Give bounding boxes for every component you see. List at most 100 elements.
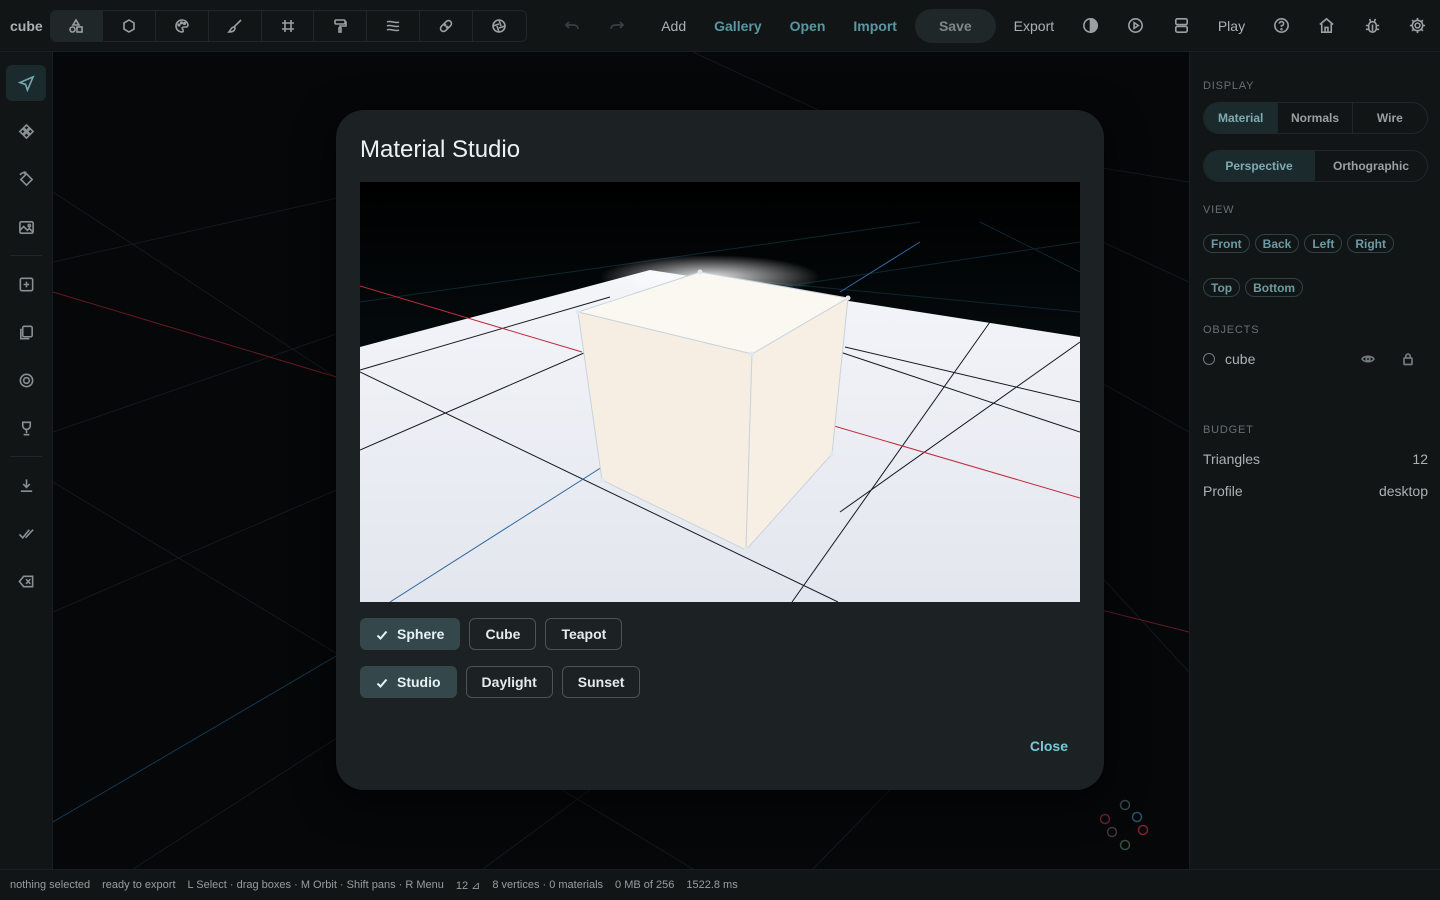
import-button[interactable]: Import <box>839 18 911 34</box>
gizmo-z-axis[interactable] <box>1131 811 1143 823</box>
gallery-button[interactable]: Gallery <box>700 18 775 34</box>
visibility-toggle[interactable] <box>1348 352 1388 366</box>
left-rail <box>0 52 53 869</box>
bandage-icon <box>439 19 453 32</box>
shape-teapot-button[interactable]: Teapot <box>545 618 623 650</box>
perspective-button[interactable]: Perspective <box>1204 151 1316 181</box>
redo-button[interactable] <box>594 10 639 42</box>
home-button[interactable] <box>1304 10 1349 42</box>
gizmo-neg-z-axis[interactable] <box>1106 826 1118 838</box>
tool-group <box>49 9 527 42</box>
layout-button[interactable] <box>1159 10 1204 42</box>
gizmo-y-axis[interactable] <box>1119 799 1131 811</box>
brush-tool[interactable] <box>209 10 262 41</box>
brush-icon <box>226 18 242 33</box>
projection-segmented: Perspective Orthographic <box>1203 150 1428 182</box>
status-state: ready to export <box>102 879 176 891</box>
shape-cube-button[interactable]: Cube <box>469 618 537 650</box>
check-icon <box>376 676 388 688</box>
export-button[interactable]: Export <box>1000 18 1068 34</box>
open-button[interactable]: Open <box>776 18 840 34</box>
rotate-tool-button[interactable] <box>6 161 46 197</box>
check-all-button[interactable] <box>6 515 46 551</box>
double-check-icon <box>18 528 34 539</box>
gizmo-neg-y-axis[interactable] <box>1119 839 1131 851</box>
circle-tool[interactable] <box>103 10 157 41</box>
paint-roller-tool[interactable] <box>314 10 368 41</box>
grid-icon <box>281 19 294 32</box>
bandage-tool[interactable] <box>420 10 473 41</box>
lighting-studio-button[interactable]: Studio <box>360 666 457 698</box>
texture-tool[interactable] <box>367 10 421 41</box>
top-toolbar: cube Add Gallery Open Import Save Export… <box>0 0 1440 52</box>
profile-value: desktop <box>1378 483 1428 499</box>
undo-icon <box>564 20 579 29</box>
close-button[interactable]: Close <box>1030 738 1068 754</box>
view-bottom-chip[interactable]: Bottom <box>1245 278 1304 297</box>
object-row-cube[interactable]: cube <box>1203 347 1428 371</box>
duplicate-button[interactable] <box>6 314 46 350</box>
aperture-tool[interactable] <box>473 11 526 41</box>
clear-button[interactable] <box>6 563 46 599</box>
settings-button[interactable] <box>1395 10 1440 42</box>
shape-sphere-button[interactable]: Sphere <box>360 618 461 650</box>
help-button[interactable] <box>1259 10 1304 42</box>
play-circle-button[interactable] <box>1113 10 1158 42</box>
download-button[interactable] <box>6 467 46 503</box>
shape-cube-label: Cube <box>485 626 521 642</box>
object-circle-icon <box>1203 353 1215 365</box>
trophy-icon <box>21 421 31 435</box>
object-name: cube <box>1225 351 1256 367</box>
eye-icon <box>1361 355 1375 363</box>
undo-button[interactable] <box>549 10 594 42</box>
shapes-icon <box>69 17 84 33</box>
lighting-daylight-label: Daylight <box>481 674 537 690</box>
gizmo-neg-x-axis[interactable] <box>1099 813 1111 825</box>
plus-square-icon <box>19 277 33 291</box>
trophy-button[interactable] <box>6 410 46 446</box>
save-button[interactable]: Save <box>914 8 996 43</box>
select-tool-button[interactable] <box>6 65 46 101</box>
contrast-button[interactable] <box>1068 10 1113 42</box>
display-normals-button[interactable]: Normals <box>1278 103 1353 133</box>
shape-sphere-label: Sphere <box>397 626 445 642</box>
view-chips-row-1: Front Back Left Right <box>1203 234 1394 253</box>
lighting-daylight-button[interactable]: Daylight <box>465 666 553 698</box>
circle-icon <box>123 18 136 33</box>
add-object-button[interactable] <box>6 266 46 302</box>
shapes-tool[interactable] <box>50 10 104 41</box>
add-button[interactable]: Add <box>647 18 700 34</box>
view-right-chip[interactable]: Right <box>1347 234 1394 253</box>
lighting-sunset-button[interactable]: Sunset <box>561 666 641 698</box>
view-front-chip[interactable]: Front <box>1203 234 1250 253</box>
view-left-chip[interactable]: Left <box>1304 234 1343 253</box>
app-window: cube Add Gallery Open Import Save Export… <box>0 0 1440 900</box>
gizmo-x-axis[interactable] <box>1137 824 1149 836</box>
material-preview[interactable] <box>360 182 1080 602</box>
display-wire-button[interactable]: Wire <box>1353 103 1427 133</box>
orthographic-button[interactable]: Orthographic <box>1315 151 1427 181</box>
paint-roller-icon <box>334 18 348 33</box>
aperture-icon <box>492 18 506 33</box>
texture-icon <box>386 20 400 31</box>
view-top-chip[interactable]: Top <box>1203 278 1241 297</box>
rotate-icon <box>18 170 33 186</box>
material-studio-dialog: Material Studio Sphere Cube Teapot Studi… <box>336 110 1104 790</box>
contrast-icon <box>1083 18 1099 33</box>
lock-icon <box>1403 353 1413 366</box>
lighting-studio-label: Studio <box>397 674 441 690</box>
debug-button[interactable] <box>1350 10 1395 42</box>
grid-tool[interactable] <box>262 10 315 41</box>
display-material-button[interactable]: Material <box>1204 103 1279 133</box>
navigation-arrow-icon <box>17 74 35 92</box>
view-back-chip[interactable]: Back <box>1254 234 1300 253</box>
play-button[interactable]: Play <box>1204 18 1259 34</box>
move-tool-button[interactable] <box>6 113 46 149</box>
target-button[interactable] <box>6 362 46 398</box>
image-tool-button[interactable] <box>6 209 46 245</box>
palette-tool[interactable] <box>156 10 209 41</box>
orientation-gizmo[interactable] <box>1097 799 1153 855</box>
status-timing: 1522.8 ms <box>686 879 738 891</box>
lock-toggle[interactable] <box>1388 352 1428 366</box>
target-icon <box>19 373 33 387</box>
